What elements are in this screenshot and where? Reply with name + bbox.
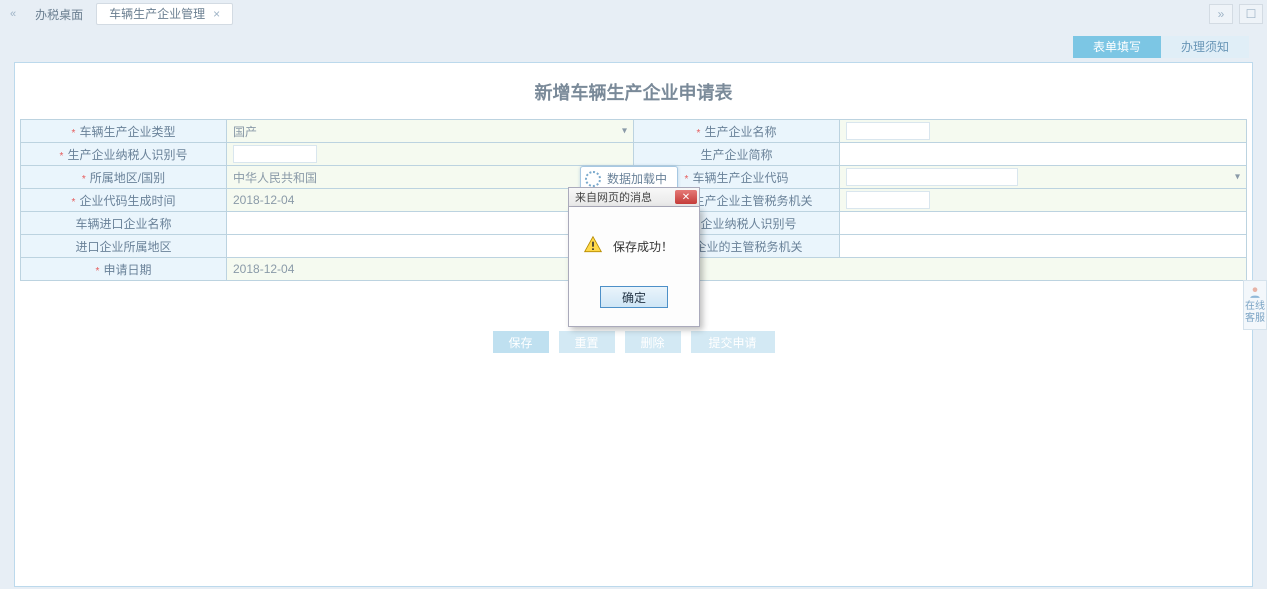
online-support[interactable]: 在线客服	[1243, 280, 1267, 330]
label-short-name: 生产企业简称	[634, 143, 840, 166]
tab-home[interactable]: 办税桌面	[22, 3, 96, 25]
warning-icon	[583, 235, 603, 258]
tab-form-fill[interactable]: 表单填写	[1073, 36, 1161, 58]
reset-button[interactable]: 重置	[559, 331, 615, 353]
tabs-scroll-right[interactable]: »	[1209, 4, 1233, 24]
field-region[interactable]: 中华人民共和国▾	[227, 166, 634, 189]
spinner-icon	[585, 171, 601, 187]
tabs-scroll-left[interactable]: «	[4, 8, 22, 20]
label-apply-date: *申请日期	[21, 258, 227, 281]
tab-process-notice[interactable]: 办理须知	[1161, 36, 1249, 58]
tab-bar: « 办税桌面 车辆生产企业管理 × » ☐	[0, 0, 1267, 28]
label-code-time: *企业代码生成时间	[21, 189, 227, 212]
input-tax-id[interactable]	[233, 145, 317, 163]
chevron-down-icon: ▾	[622, 126, 627, 137]
tab-vehicle-mgmt[interactable]: 车辆生产企业管理 ×	[96, 3, 233, 25]
label-vehicle-type: *车辆生产企业类型	[21, 120, 227, 143]
pill-tabs: 表单填写 办理须知	[0, 28, 1267, 62]
field-tax-id[interactable]	[227, 143, 634, 166]
input-tax-authority[interactable]	[846, 191, 930, 209]
chevron-down-icon: ▾	[1235, 172, 1240, 183]
label-import-name: 车辆进口企业名称	[21, 212, 227, 235]
dialog-title: 来自网页的消息	[575, 189, 652, 205]
page-title: 新增车辆生产企业申请表	[15, 71, 1252, 119]
save-button[interactable]: 保存	[493, 331, 549, 353]
tab-vehicle-mgmt-label: 车辆生产企业管理	[109, 3, 205, 25]
dialog-message: 保存成功！	[613, 238, 673, 255]
field-enterprise-code[interactable]: ▾	[840, 166, 1247, 189]
close-icon[interactable]: ×	[213, 3, 220, 25]
online-support-label: 在线客服	[1244, 301, 1266, 325]
submit-button[interactable]: 提交申请	[691, 331, 775, 353]
delete-button[interactable]: 删除	[625, 331, 681, 353]
input-enterprise-name[interactable]	[846, 122, 930, 140]
field-tax-authority[interactable]	[840, 189, 1247, 212]
dialog-ok-button[interactable]: 确定	[600, 286, 668, 308]
input-enterprise-code[interactable]	[846, 168, 1018, 186]
field-apply-date[interactable]: 2018-12-04	[227, 258, 1247, 281]
maximize-icon[interactable]: ☐	[1239, 4, 1263, 24]
field-import-authority[interactable]	[840, 235, 1247, 258]
label-enterprise-name: *生产企业名称	[634, 120, 840, 143]
field-import-tax-id[interactable]	[840, 212, 1247, 235]
loading-text: 数据加载中	[607, 170, 667, 187]
dialog-titlebar[interactable]: 来自网页的消息 ✕	[568, 187, 700, 207]
label-tax-id: *生产企业纳税人识别号	[21, 143, 227, 166]
label-region: *所属地区/国别	[21, 166, 227, 189]
button-row: 保存 重置 删除 提交申请	[15, 331, 1252, 353]
field-enterprise-name[interactable]	[840, 120, 1247, 143]
dialog-close-button[interactable]: ✕	[675, 190, 697, 204]
support-avatar-icon	[1248, 285, 1262, 299]
field-short-name[interactable]	[840, 143, 1247, 166]
message-dialog: 来自网页的消息 ✕ 保存成功！ 确定	[568, 187, 700, 327]
field-vehicle-type[interactable]: 国产▾	[227, 120, 634, 143]
label-import-region: 进口企业所属地区	[21, 235, 227, 258]
